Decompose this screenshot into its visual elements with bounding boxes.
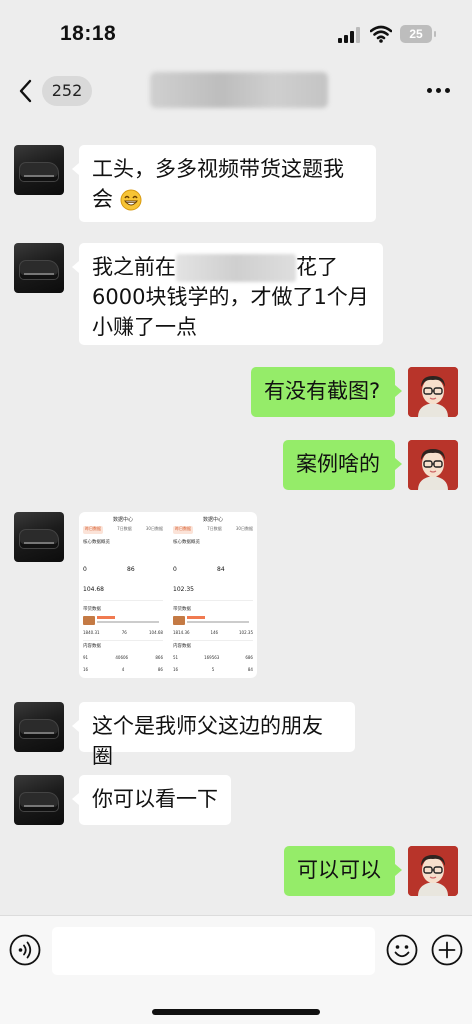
panel-tab: 昨日数据: [83, 526, 103, 534]
emoji-icon[interactable]: [386, 934, 418, 966]
panel-cell: 76: [121, 630, 127, 635]
panel-section: 带货数据: [83, 607, 101, 612]
chevron-left-icon[interactable]: [16, 78, 36, 104]
panel-cell: 40606: [115, 655, 129, 660]
message-text: 我之前在: [92, 255, 176, 279]
panel-cell: 866: [155, 655, 163, 660]
message-bubble[interactable]: 案例啥的: [283, 440, 402, 490]
panel-cell: 84: [247, 667, 253, 672]
chat-title-redacted: [150, 72, 328, 108]
status-time: 18:18: [60, 22, 117, 45]
panel-tab: 7日数据: [117, 526, 132, 531]
sender-avatar[interactable]: [14, 512, 64, 562]
sender-avatar[interactable]: [14, 243, 64, 293]
grin-emoji-icon: [120, 189, 142, 211]
panel-tab: 昨日数据: [173, 526, 193, 534]
panel-value: 84: [217, 566, 225, 573]
panel-cell: 86: [157, 667, 163, 672]
panel-cell: 1840.31: [83, 630, 100, 635]
cartoon-face-icon: [408, 846, 458, 896]
panel-tabs: 昨日数据 7日数据 30日数据: [173, 526, 253, 534]
my-avatar[interactable]: [408, 367, 458, 417]
message-text: 花了: [296, 255, 338, 279]
panel-cell: 146: [210, 630, 219, 635]
panel-title: 数据中心: [112, 517, 133, 523]
message-text: 6000块钱学的，才做了1个月: [92, 285, 369, 309]
panel-cell: 16: [173, 667, 179, 672]
input-bar: [0, 915, 472, 1024]
wifi-icon: [370, 25, 392, 43]
sender-avatar[interactable]: [14, 145, 64, 195]
panel-cell: 102.35: [239, 630, 253, 635]
panel-grid: 1840.31 76 104.68: [83, 630, 163, 635]
panel-cell: 1814.36: [173, 630, 190, 635]
plus-icon[interactable]: [431, 934, 463, 966]
message-bubble[interactable]: 可以可以: [284, 846, 402, 896]
signal-icon: [338, 27, 360, 43]
panel-cell: 686: [245, 655, 253, 660]
panel-value: 0: [83, 566, 87, 573]
panel-tab: 30日数据: [145, 526, 163, 531]
message-text: 可以可以: [297, 858, 381, 882]
panel-cell: 51: [173, 655, 179, 660]
sender-avatar[interactable]: [14, 775, 64, 825]
panel-cell: 91: [83, 655, 89, 660]
message-input[interactable]: [52, 927, 375, 975]
home-indicator[interactable]: [152, 1009, 320, 1015]
panel-section: 内容数据: [173, 644, 191, 649]
message-bubble[interactable]: 有没有截图?: [251, 367, 402, 417]
message-bubble[interactable]: 工头，多多视频带货这题我会: [72, 145, 376, 222]
panel-cell: 169563: [204, 655, 220, 660]
more-icon[interactable]: [427, 88, 451, 94]
panel-tab: 30日数据: [235, 526, 253, 531]
panel-title: 数据中心: [202, 517, 223, 523]
panel-grid: 16 5 84: [173, 667, 253, 672]
message-text: 这个是我师父这边的朋友圈: [92, 714, 323, 768]
panel-section: 带货数据: [173, 607, 191, 612]
image-message[interactable]: 数据中心 昨日数据 7日数据 30日数据 核心数据概览 0 86 104.68 …: [79, 512, 257, 678]
panel-tab: 7日数据: [207, 526, 222, 531]
panel-cell: 16: [83, 667, 89, 672]
cartoon-face-icon: [408, 367, 458, 417]
message-bubble[interactable]: 你可以看一下: [72, 775, 231, 825]
panel-value: 102.35: [173, 586, 194, 593]
cartoon-face-icon: [408, 440, 458, 490]
status-bar: 18:18 25: [0, 0, 472, 66]
panel-cell: 5: [211, 667, 215, 672]
panel-grid: 51 169563 686: [173, 655, 253, 660]
message-bubble[interactable]: 这个是我师父这边的朋友圈: [72, 702, 355, 768]
panel-grid: 91 40606 866: [83, 655, 163, 660]
message-text: 你可以看一下: [92, 787, 218, 811]
panel-section: 内容数据: [83, 644, 101, 649]
battery-indicator: 25: [400, 25, 436, 43]
panel-value: 86: [127, 566, 135, 573]
screenshot-panel: 数据中心 昨日数据 7日数据 30日数据 核心数据概览 0 84 102.35 …: [169, 512, 257, 678]
panel-value: 104.68: [83, 586, 104, 593]
my-avatar[interactable]: [408, 846, 458, 896]
panel-cell: 104.68: [148, 630, 163, 635]
voice-icon[interactable]: [9, 934, 41, 966]
panel-value: 0: [173, 566, 177, 573]
unread-count-badge[interactable]: 252: [42, 76, 92, 106]
sender-avatar[interactable]: [14, 702, 64, 752]
my-avatar[interactable]: [408, 440, 458, 490]
message-text: 案例啥的: [296, 452, 380, 476]
panel-grid: 1814.36 146 102.35: [173, 630, 253, 635]
panel-section: 核心数据概览: [173, 540, 200, 545]
panel-section: 核心数据概览: [83, 540, 110, 545]
panel-cell: 4: [121, 667, 125, 672]
message-text: 小赚了一点: [92, 315, 197, 339]
message-bubble[interactable]: 我之前在 花了 6000块钱学的，才做了1个月 小赚了一点: [72, 243, 383, 345]
chat-header: 252: [0, 66, 472, 120]
message-text: 有没有截图?: [264, 379, 381, 403]
panel-tabs: 昨日数据 7日数据 30日数据: [83, 526, 163, 534]
redacted-text: [176, 254, 296, 282]
screenshot-panel: 数据中心 昨日数据 7日数据 30日数据 核心数据概览 0 86 104.68 …: [79, 512, 167, 678]
panel-grid: 16 4 86: [83, 667, 163, 672]
